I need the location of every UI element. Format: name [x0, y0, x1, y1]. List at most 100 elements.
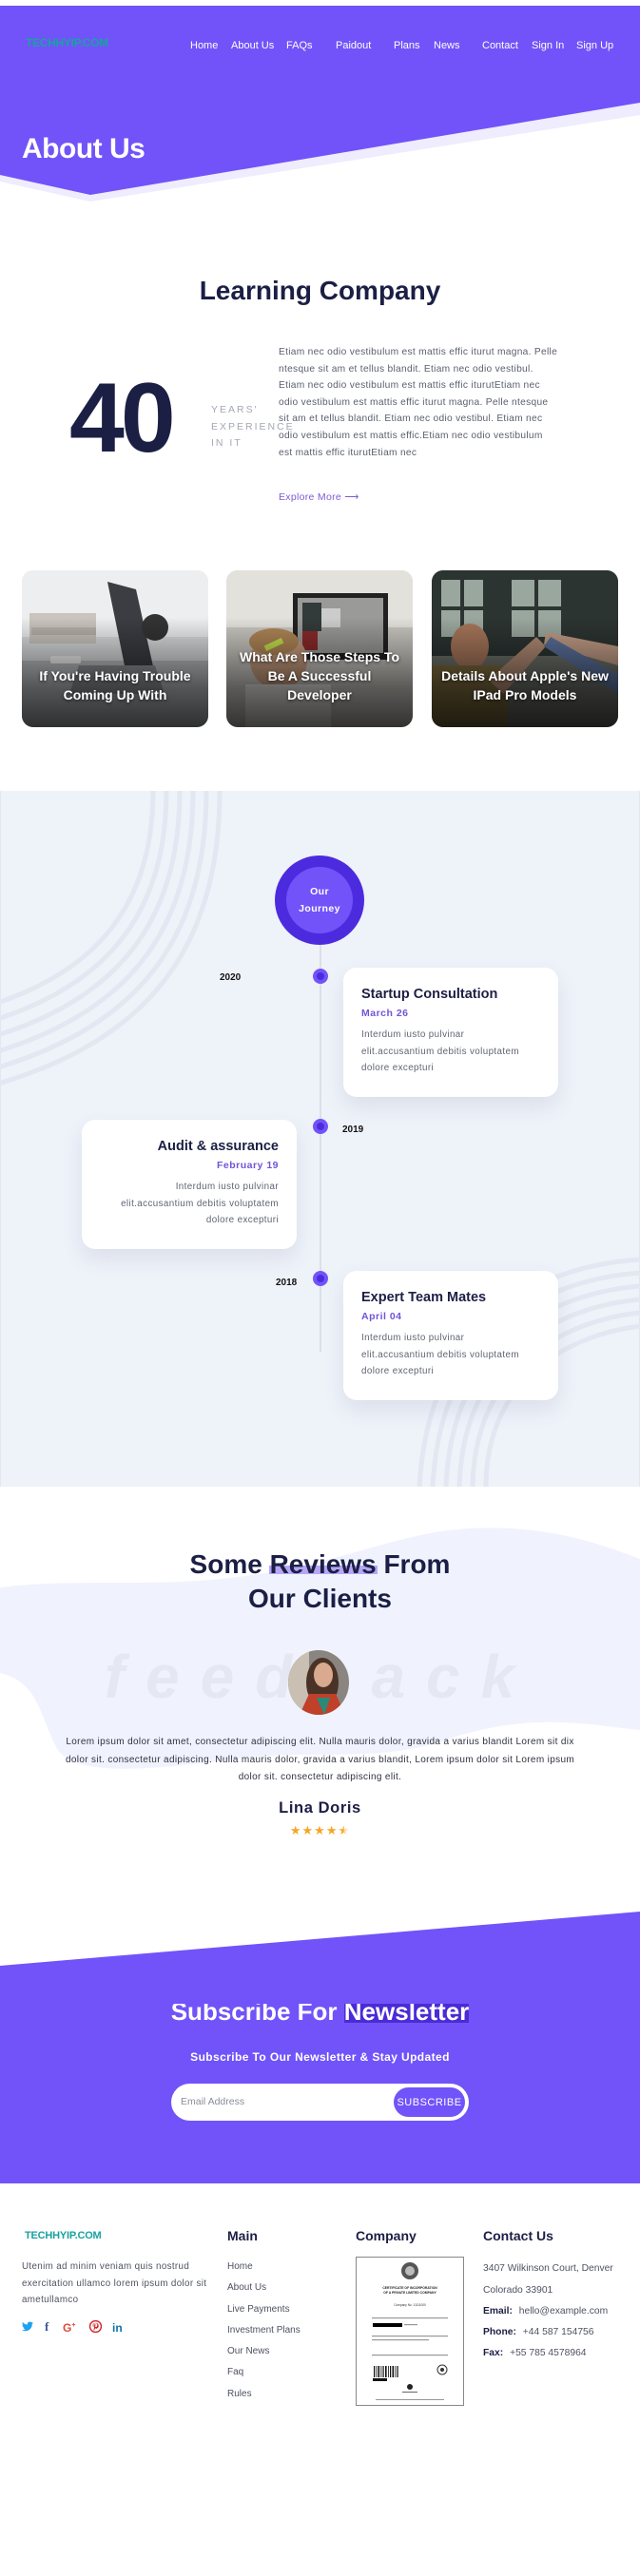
- barcode-icon: [373, 2366, 398, 2381]
- timeline-card: Expert Team Mates April 04 Interdum iust…: [343, 1271, 558, 1400]
- reviews-heading-highlight: Reviews: [269, 1549, 377, 1579]
- footer-link-about-us[interactable]: About Us: [227, 2282, 301, 2303]
- about-paragraph: Etiam nec odio vestibulum est mattis eff…: [279, 347, 558, 458]
- facebook-icon[interactable]: f: [45, 2319, 48, 2335]
- nav-home[interactable]: Home: [190, 40, 218, 51]
- footer-logo[interactable]: TECHHYIP.COM: [25, 2230, 102, 2241]
- timeline-year: 2020: [220, 972, 242, 983]
- star-icon: ★: [314, 1823, 326, 1837]
- hero-banner: TECHHYIP.COM Home About Us FAQs Paidout …: [0, 6, 640, 253]
- email-label: Email:: [483, 2306, 513, 2316]
- footer-link-our-news[interactable]: Our News: [227, 2346, 301, 2367]
- nav-about-us[interactable]: About Us: [231, 40, 274, 51]
- page-title-text: About Us: [22, 133, 145, 164]
- footer-company-heading: Company: [356, 2228, 417, 2243]
- contact-email: Email: hello@example.com: [483, 2306, 608, 2316]
- phone-label: Phone:: [483, 2327, 516, 2337]
- timeline-card-text: Interdum iusto pulvinar elit.accusantium…: [361, 1333, 519, 1376]
- contact-fax: Fax: +55 785 4578964: [483, 2348, 587, 2358]
- timeline-year: 2018: [276, 1278, 298, 1288]
- newsletter-background: [0, 1912, 640, 2183]
- nav-faqs[interactable]: FAQs: [286, 40, 313, 51]
- footer-main-links: Home About Us Live Payments Investment P…: [227, 2261, 301, 2410]
- companies-house-logo-icon: [407, 2384, 413, 2390]
- explore-more-label: Explore More: [279, 491, 342, 503]
- nav-news[interactable]: News: [434, 40, 460, 51]
- badge-line: Journey: [299, 903, 340, 914]
- nav-sign-in[interactable]: Sign In: [532, 40, 564, 51]
- certificate-subtitle: OF A PRIVATE LIMITED COMPANY: [383, 2291, 436, 2295]
- timeline-dot: [313, 1119, 328, 1134]
- linkedin-icon[interactable]: in: [112, 2321, 123, 2335]
- timeline-card: Audit & assurance February 19 Interdum i…: [82, 1120, 297, 1249]
- timeline-card-date: March 26: [361, 1008, 409, 1019]
- nav-sign-up[interactable]: Sign Up: [576, 40, 613, 51]
- fax-label: Fax:: [483, 2348, 504, 2358]
- nav-paidout[interactable]: Paidout: [336, 40, 371, 51]
- blog-card-title[interactable]: Details About Apple's New IPad Pro Model…: [439, 666, 611, 704]
- fax-value: +55 785 4578964: [510, 2348, 587, 2358]
- footer-link-investment-plans[interactable]: Investment Plans: [227, 2325, 301, 2346]
- blog-card[interactable]: What Are Those Steps To Be A Successful …: [226, 570, 413, 727]
- coat-of-arms-icon: [401, 2262, 418, 2279]
- years-number: 40: [69, 363, 176, 473]
- reviewer-avatar: [288, 1650, 349, 1715]
- blog-card[interactable]: Details About Apple's New IPad Pro Model…: [432, 570, 618, 727]
- review-quote: Lorem ipsum dolor sit amet, consectetur …: [65, 1737, 575, 1782]
- timeline-card-title: Startup Consultation: [361, 987, 498, 1002]
- about-heading: Learning Company: [199, 276, 441, 305]
- timeline-card-title: Audit & assurance: [157, 1139, 279, 1154]
- explore-more-link[interactable]: Explore More ⟶: [279, 491, 359, 503]
- timeline-card-date: April 04: [361, 1311, 402, 1322]
- footer-link-live-payments[interactable]: Live Payments: [227, 2304, 301, 2325]
- our-journey-badge: Our Journey: [275, 855, 364, 945]
- footer-link-faq[interactable]: Faq: [227, 2367, 301, 2388]
- reviewer-name: Lina Doris: [279, 1799, 361, 1817]
- address-line-2: Colorado 33901: [483, 2285, 553, 2296]
- newsletter-heading: Subscribe For Newsletter: [0, 2004, 640, 2023]
- twitter-icon[interactable]: [22, 2321, 33, 2335]
- phone-value[interactable]: +44 587 154756: [523, 2327, 594, 2337]
- footer-main-heading: Main: [227, 2228, 258, 2243]
- blog-card-title[interactable]: If You're Having Trouble Coming Up With: [29, 666, 201, 704]
- timeline-card-text: Interdum iusto pulvinar elit.accusantium…: [121, 1182, 279, 1225]
- contact-phone: Phone: +44 587 154756: [483, 2327, 594, 2337]
- our-journey-badge-inner: Our Journey: [286, 867, 353, 933]
- nav-plans[interactable]: Plans: [394, 40, 420, 51]
- timeline-card-title: Expert Team Mates: [361, 1290, 487, 1305]
- star-icon: ★: [289, 1823, 302, 1837]
- footer-contact-heading: Contact Us: [483, 2228, 553, 2243]
- blog-card[interactable]: If You're Having Trouble Coming Up With: [22, 570, 208, 727]
- reviews-heading-line2: Our Clients: [248, 1584, 392, 1613]
- badge-line: Our: [310, 886, 329, 897]
- timeline-year: 2019: [342, 1125, 364, 1135]
- newsletter-heading-pre: Subscribe For: [170, 2004, 338, 2023]
- half-star-icon: ★: [338, 1823, 351, 1837]
- google-plus-icon[interactable]: G+: [63, 2321, 75, 2335]
- pinterest-icon[interactable]: [88, 2319, 103, 2336]
- incorporation-certificate[interactable]: CERTIFICATE OF INCORPORATION OF A PRIVAT…: [356, 2257, 464, 2406]
- blog-card-title[interactable]: What Are Those Steps To Be A Successful …: [234, 647, 405, 704]
- arrow-right-icon: ⟶: [344, 491, 359, 503]
- email-input[interactable]: [181, 2091, 352, 2112]
- timeline-card-date: February 19: [216, 1160, 279, 1171]
- newsletter-heading-highlight: Newsletter: [343, 2004, 470, 2023]
- certificate-title: CERTIFICATE OF INCORPORATION: [382, 2286, 437, 2290]
- email-value[interactable]: hello@example.com: [519, 2306, 608, 2316]
- nav-contact[interactable]: Contact: [482, 40, 518, 51]
- newsletter-subtitle: Subscribe To Our Newsletter & Stay Updat…: [190, 2050, 450, 2064]
- certificate-company-no: Company No. 11111000: [394, 2303, 426, 2307]
- reviewer-photo: [288, 1650, 349, 1715]
- footer-link-home[interactable]: Home: [227, 2261, 301, 2282]
- journey-timeline: Our Journey 2020 Startup Consultation Ma…: [0, 791, 640, 1487]
- main-nav: Home About Us FAQs Paidout Plans News Co…: [0, 40, 640, 55]
- newsletter-form: SUBSCRIBE: [171, 2084, 469, 2121]
- timeline-card-text: Interdum iusto pulvinar elit.accusantium…: [361, 1029, 519, 1073]
- address-line-1: 3407 Wilkinson Court, Denver: [483, 2263, 613, 2274]
- star-icon: ★: [325, 1823, 339, 1837]
- reviews-heading-pre: Some: [189, 1549, 262, 1579]
- footer-link-rules[interactable]: Rules: [227, 2389, 301, 2410]
- timeline-dot: [313, 969, 328, 984]
- timeline-card: Startup Consultation March 26 Interdum i…: [343, 968, 558, 1097]
- subscribe-button[interactable]: SUBSCRIBE: [394, 2087, 465, 2117]
